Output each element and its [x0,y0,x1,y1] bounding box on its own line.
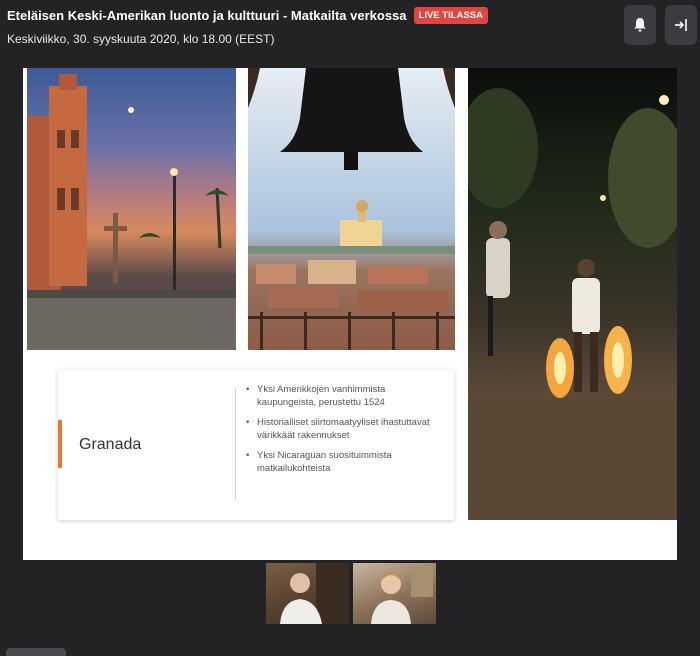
bullet-item: Historialliset siirtomaatyyliset ihastut… [246,417,446,442]
info-card: Granada Yksi Amerikkojen vanhimmista kau… [58,370,454,520]
city-title: Granada [79,436,142,453]
exit-icon [675,19,687,31]
participant-strip [266,563,436,624]
bullet-item: Yksi Nicaraguan suosituimmista matkailuk… [246,450,446,475]
presentation-slide: Granada Yksi Amerikkojen vanhimmista kau… [23,68,677,560]
participant-video-1[interactable] [266,563,349,624]
accent-bar [58,420,62,468]
divider [235,388,236,500]
fire-festival-photo [468,68,677,520]
participant-video-2[interactable] [353,563,436,624]
bell-icon [634,18,646,32]
notifications-button[interactable] [624,5,656,45]
leave-button[interactable] [665,5,697,45]
bell-tower-view-photo [248,68,455,350]
bullet-list: Yksi Amerikkojen vanhimmista kaupungeist… [246,384,446,483]
event-header: Eteläisen Keski-Amerikan luonto ja kultt… [0,0,700,58]
bottom-toolbar-tab[interactable] [6,648,66,656]
bullet-item: Yksi Amerikkojen vanhimmista kaupungeist… [246,384,446,409]
event-datetime: Keskiviikko, 30. syyskuuta 2020, klo 18.… [7,32,275,46]
live-badge: LIVE TILASSA [413,7,488,24]
cathedral-plaza-photo [27,68,236,350]
event-title: Eteläisen Keski-Amerikan luonto ja kultt… [7,8,407,23]
title-row: Eteläisen Keski-Amerikan luonto ja kultt… [7,7,488,24]
